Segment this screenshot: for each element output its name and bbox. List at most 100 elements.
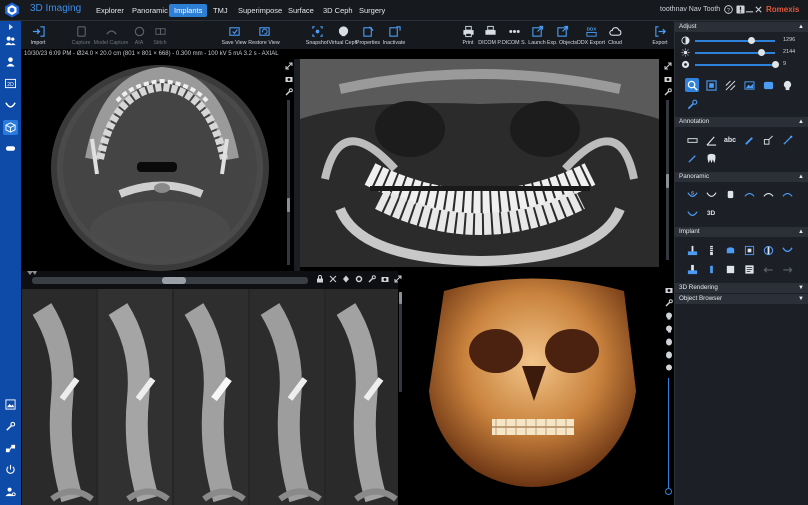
camera-icon[interactable] — [665, 286, 673, 294]
skull-front-icon[interactable] — [665, 312, 673, 320]
export-objects-button[interactable]: Exp. Objects — [547, 22, 577, 48]
gamma-slider-knob[interactable] — [772, 61, 779, 68]
share-icon[interactable] — [3, 441, 18, 456]
tab-tmj[interactable]: TMJ — [208, 4, 233, 17]
tab-superimpose[interactable]: Superimpose — [233, 4, 287, 17]
bone-density-button[interactable] — [723, 262, 737, 276]
implant-library-button[interactable] — [761, 243, 775, 257]
tooth-select-button[interactable] — [723, 187, 737, 201]
sidebar-expand-icon[interactable] — [3, 23, 18, 31]
undo-button[interactable] — [761, 262, 775, 276]
expand-chevron-icon[interactable]: ▼ — [798, 294, 804, 304]
ddx-export-button[interactable]: DDX DDX Export — [577, 22, 605, 48]
camera-icon[interactable] — [664, 75, 672, 83]
power-icon[interactable] — [3, 462, 18, 477]
snapshot-button[interactable]: Snapshot — [305, 22, 329, 48]
settings-icon[interactable] — [355, 275, 363, 283]
skull-top-icon[interactable] — [665, 338, 673, 346]
flip-icon[interactable] — [329, 275, 337, 283]
slice-position-thumb[interactable] — [162, 277, 186, 284]
skull-back-icon[interactable] — [665, 364, 673, 372]
axial-scrollbar[interactable] — [287, 100, 290, 265]
crown-button[interactable] — [723, 243, 737, 257]
window-level-button[interactable] — [704, 78, 718, 92]
expand-icon[interactable] — [285, 62, 293, 70]
adjust-panel-header[interactable]: Adjust ▲ — [675, 22, 808, 32]
cross-section-view[interactable] — [22, 289, 398, 505]
contrast-slider-knob[interactable] — [748, 37, 755, 44]
filter-button[interactable] — [761, 78, 775, 92]
zoom-tool-button[interactable] — [685, 78, 699, 92]
collapse-chevron-icon[interactable]: ▲ — [798, 227, 804, 237]
aia-button[interactable]: AIA — [132, 22, 146, 48]
panoramic-scrollbar-thumb[interactable] — [666, 174, 669, 188]
tab-explorer[interactable]: Explorer — [91, 4, 129, 17]
arch-edit-button[interactable] — [780, 187, 794, 201]
guide-button[interactable] — [685, 262, 699, 276]
object-browser-panel-header[interactable]: Object Browser ▼ — [675, 294, 808, 304]
properties-button[interactable]: Properties — [356, 22, 380, 48]
curve-button[interactable]: S — [685, 187, 699, 201]
text-annotation-button[interactable]: abc — [722, 133, 738, 147]
expand-chevron-icon[interactable]: ▼ — [798, 283, 804, 293]
tooth-annotation-button[interactable] — [704, 151, 718, 165]
wrench-icon[interactable] — [285, 88, 293, 96]
orientation-icon[interactable] — [342, 275, 350, 283]
virtual-ceph-button[interactable]: Virtual Ceph — [328, 22, 358, 48]
contrast-slider[interactable] — [695, 40, 775, 42]
add-implant-button[interactable] — [704, 243, 718, 257]
skull-bottom-icon[interactable] — [665, 351, 673, 359]
user-icon[interactable] — [3, 54, 18, 69]
launch-button[interactable]: Launch — [528, 22, 546, 48]
close-window-icon[interactable] — [753, 5, 763, 15]
3d-opacity-slider[interactable] — [668, 378, 669, 491]
gamma-slider[interactable] — [695, 64, 775, 66]
freehand-button[interactable] — [685, 151, 699, 165]
sleeve-button[interactable] — [704, 262, 718, 276]
line-button[interactable] — [780, 133, 794, 147]
3d-opacity-knob[interactable] — [665, 488, 672, 495]
canal-button[interactable] — [742, 187, 756, 201]
redo-button[interactable] — [780, 262, 794, 276]
tab-surgery[interactable]: Surgery — [354, 4, 390, 17]
pen-button[interactable] — [742, 133, 756, 147]
cloud-button[interactable]: Cloud — [606, 22, 624, 48]
2d-imaging-icon[interactable]: 2D — [3, 76, 18, 91]
inactivate-button[interactable]: Inactivate — [381, 22, 407, 48]
arch-button[interactable] — [761, 187, 775, 201]
collapse-chevron-icon[interactable]: ▲ — [798, 22, 804, 32]
capture-button[interactable]: Capture — [71, 22, 91, 48]
cross-section-scrollbar-thumb[interactable] — [399, 292, 402, 304]
tab-implants[interactable]: Implants — [169, 4, 208, 17]
tab-surface[interactable]: Surface — [283, 4, 319, 17]
gallery-icon[interactable] — [3, 397, 18, 412]
wrench-icon[interactable] — [665, 299, 673, 307]
annotation-panel-header[interactable]: Annotation ▲ — [675, 117, 808, 127]
tab-3d-ceph[interactable]: 3D Ceph — [318, 4, 358, 17]
3d-rendering-panel-header[interactable]: 3D Rendering ▼ — [675, 283, 808, 293]
print-button[interactable]: Print — [461, 22, 475, 48]
collapse-arrows-icon[interactable] — [27, 271, 37, 276]
intraoral-icon[interactable] — [3, 141, 18, 156]
image-button[interactable] — [742, 78, 756, 92]
implant-planning-button[interactable] — [685, 243, 699, 257]
settings-wrench-button[interactable] — [685, 97, 699, 111]
camera-icon[interactable] — [285, 75, 293, 83]
export-button[interactable]: Export — [651, 22, 669, 48]
wrench-icon[interactable] — [368, 275, 376, 283]
dicom-print-button[interactable]: DICOM P. — [478, 22, 502, 48]
cross-section-scrollbar[interactable] — [399, 292, 402, 392]
save-view-button[interactable]: Save View — [222, 22, 246, 48]
angle-button[interactable] — [704, 133, 718, 147]
dicom-send-button[interactable]: DICOM S. — [502, 22, 526, 48]
account-settings-icon[interactable] — [3, 484, 18, 499]
panoramic-view[interactable] — [300, 59, 659, 267]
3d-panoramic-button[interactable]: 3D — [704, 206, 718, 220]
nerve-canal-button[interactable] — [780, 243, 794, 257]
skull-side-icon[interactable] — [665, 325, 673, 333]
expand-icon[interactable] — [664, 62, 672, 70]
wrench-icon[interactable] — [664, 88, 672, 96]
lock-icon[interactable] — [316, 275, 324, 283]
collapse-chevron-icon[interactable]: ▲ — [798, 172, 804, 182]
distance-button[interactable] — [685, 133, 699, 147]
